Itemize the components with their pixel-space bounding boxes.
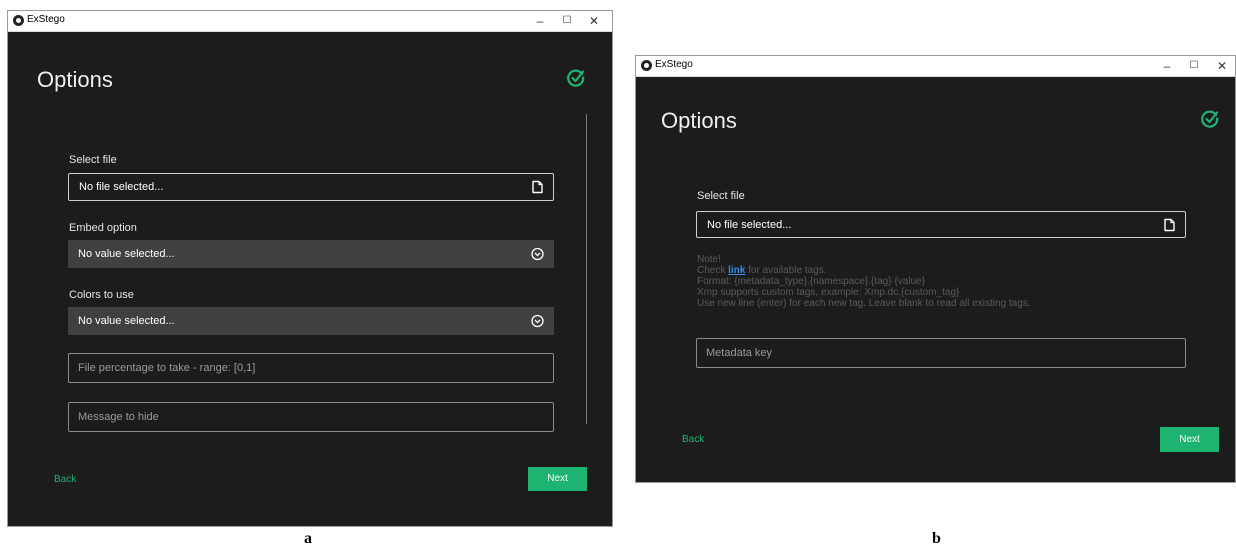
select-file-label: Select file: [69, 154, 117, 166]
message-placeholder: Message to hide: [78, 411, 159, 423]
minimize-button[interactable]: –: [528, 12, 552, 30]
window-title: ExStego: [27, 14, 65, 25]
metadata-key-placeholder: Metadata key: [706, 347, 773, 359]
exstego-logo-icon: [641, 60, 652, 71]
note-link-line: Check link for available tags.: [697, 265, 827, 276]
select-file-value: No file selected...: [79, 181, 164, 193]
next-button[interactable]: Next: [1160, 427, 1219, 452]
minimize-button[interactable]: –: [1155, 57, 1179, 75]
chevron-down-circle-icon: [531, 247, 544, 261]
select-file-label: Select file: [697, 190, 745, 202]
file-icon[interactable]: [532, 180, 543, 194]
colors-to-use-value: No value selected...: [78, 315, 175, 327]
maximize-button[interactable]: ☐: [555, 12, 579, 30]
close-button[interactable]: ✕: [1210, 57, 1234, 75]
note-format-line: Format: {metadata_type}.{namespace}.{tag…: [697, 276, 925, 287]
file-icon[interactable]: [1164, 218, 1175, 231]
check-circle-icon[interactable]: [566, 68, 586, 88]
window-b: ExStego – ☐ ✕ Options Select file No fil…: [635, 55, 1236, 483]
title-bar: ExStego – ☐ ✕: [636, 56, 1235, 77]
scrollbar[interactable]: [586, 114, 587, 424]
embed-option-label: Embed option: [69, 222, 137, 234]
colors-to-use-select[interactable]: No value selected...: [68, 307, 554, 335]
caption-a: a: [304, 530, 312, 547]
title-bar: ExStego – ☐ ✕: [8, 11, 612, 32]
caption-b: b: [932, 530, 941, 547]
maximize-button[interactable]: ☐: [1182, 57, 1206, 75]
select-file-field[interactable]: No file selected...: [68, 173, 554, 201]
window-a: ExStego – ☐ ✕ Options Select file No fil…: [7, 10, 613, 527]
next-button[interactable]: Next: [528, 467, 587, 491]
note-newline-line: Use new line (enter) for each new tag. L…: [697, 298, 1031, 309]
check-circle-icon[interactable]: [1200, 109, 1220, 129]
embed-option-select[interactable]: No value selected...: [68, 240, 554, 268]
select-file-value: No file selected...: [707, 218, 792, 231]
page-title: Options: [661, 108, 737, 133]
embed-option-value: No value selected...: [78, 248, 175, 260]
metadata-note: Note! Check link for available tags. For…: [697, 254, 1031, 309]
colors-to-use-label: Colors to use: [69, 289, 134, 301]
chevron-down-circle-icon: [531, 314, 544, 328]
metadata-key-input[interactable]: Metadata key: [696, 338, 1186, 368]
window-title: ExStego: [655, 59, 693, 70]
tags-link[interactable]: link: [728, 265, 745, 276]
file-percentage-input[interactable]: File percentage to take - range: [0,1]: [68, 353, 554, 383]
note-title: Note!: [697, 254, 721, 265]
close-button[interactable]: ✕: [582, 12, 606, 30]
file-percentage-placeholder: File percentage to take - range: [0,1]: [78, 362, 256, 374]
select-file-field[interactable]: No file selected...: [696, 211, 1186, 238]
message-input[interactable]: Message to hide: [68, 402, 554, 432]
note-xmp-line: Xmp supports custom tags, example: Xmp.d…: [697, 287, 960, 298]
exstego-logo-icon: [13, 15, 24, 26]
page-title: Options: [37, 67, 113, 92]
back-button[interactable]: Back: [682, 434, 704, 445]
back-button[interactable]: Back: [54, 474, 76, 485]
